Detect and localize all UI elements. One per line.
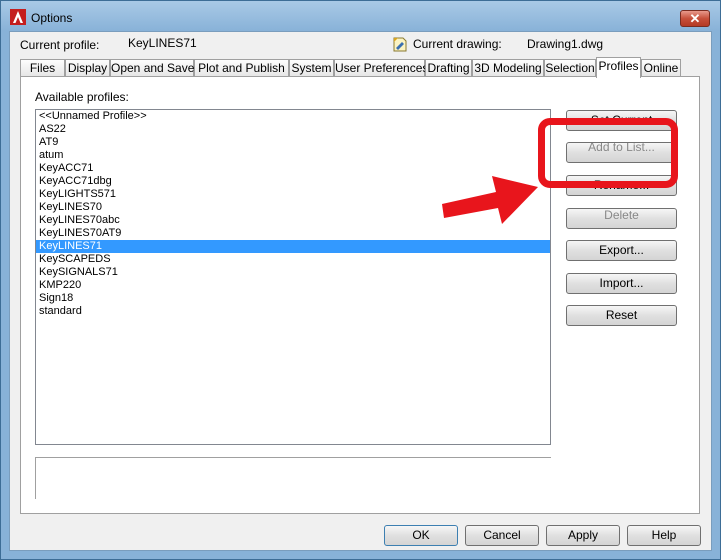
profile-list-item[interactable]: Sign18 xyxy=(36,292,550,305)
current-drawing-value: Drawing1.dwg xyxy=(527,37,604,51)
autocad-app-icon xyxy=(10,9,26,25)
red-arrow-annotation xyxy=(442,176,538,224)
red-highlight-box xyxy=(538,118,678,188)
profile-list-item[interactable]: KeySIGNALS71 xyxy=(36,266,550,279)
window-title: Options xyxy=(31,11,73,25)
profile-list-item[interactable]: AS22 xyxy=(36,123,550,136)
delete-button[interactable]: Delete xyxy=(566,208,677,229)
title-bar[interactable]: Options ✕ xyxy=(1,1,720,31)
tab-display[interactable]: Display xyxy=(65,59,110,77)
import-button[interactable]: Import... xyxy=(566,273,677,294)
tab-open-and-save[interactable]: Open and Save xyxy=(110,59,194,77)
tab-selection[interactable]: Selection xyxy=(544,59,596,77)
profiles-listbox[interactable]: <<Unnamed Profile>> AS22 AT9 atum KeyACC… xyxy=(35,109,551,445)
tab-user-preferences[interactable]: User Preferences xyxy=(334,59,428,77)
help-button[interactable]: Help xyxy=(627,525,701,546)
dialog-client: Current profile: KeyLINES71 Current draw… xyxy=(9,31,712,551)
available-profiles-label: Available profiles: xyxy=(35,90,129,104)
apply-button[interactable]: Apply xyxy=(546,525,620,546)
profile-list-item[interactable]: KeySCAPEDS xyxy=(36,253,550,266)
profile-list-item-selected[interactable]: KeyLINES71 xyxy=(36,240,550,253)
current-profile-value: KeyLINES71 xyxy=(128,36,197,50)
profile-list-item[interactable]: KeyLINES70AT9 xyxy=(36,227,550,240)
profile-list-item[interactable]: atum xyxy=(36,149,550,162)
options-dialog: Options ✕ Current profile: KeyLINES71 Cu… xyxy=(0,0,721,560)
tab-3d-modeling[interactable]: 3D Modeling xyxy=(472,59,544,77)
profile-description-box xyxy=(35,457,551,499)
profile-list-item[interactable]: standard xyxy=(36,305,550,318)
tab-profiles[interactable]: Profiles xyxy=(596,57,641,78)
cancel-button[interactable]: Cancel xyxy=(465,525,539,546)
close-button[interactable]: ✕ xyxy=(680,10,710,27)
tab-drafting[interactable]: Drafting xyxy=(425,59,472,77)
ok-button[interactable]: OK xyxy=(384,525,458,546)
profile-list-item[interactable]: AT9 xyxy=(36,136,550,149)
profile-list-item[interactable]: KMP220 xyxy=(36,279,550,292)
profile-list-item[interactable]: <<Unnamed Profile>> xyxy=(36,110,550,123)
tab-online[interactable]: Online xyxy=(641,59,681,77)
tab-system[interactable]: System xyxy=(289,59,334,77)
drawing-file-icon xyxy=(393,37,407,52)
current-profile-label: Current profile: xyxy=(20,38,100,52)
export-button[interactable]: Export... xyxy=(566,240,677,261)
reset-button[interactable]: Reset xyxy=(566,305,677,326)
tab-plot-and-publish[interactable]: Plot and Publish xyxy=(194,59,289,77)
tab-files[interactable]: Files xyxy=(20,59,65,77)
current-drawing-label: Current drawing: xyxy=(413,37,502,51)
